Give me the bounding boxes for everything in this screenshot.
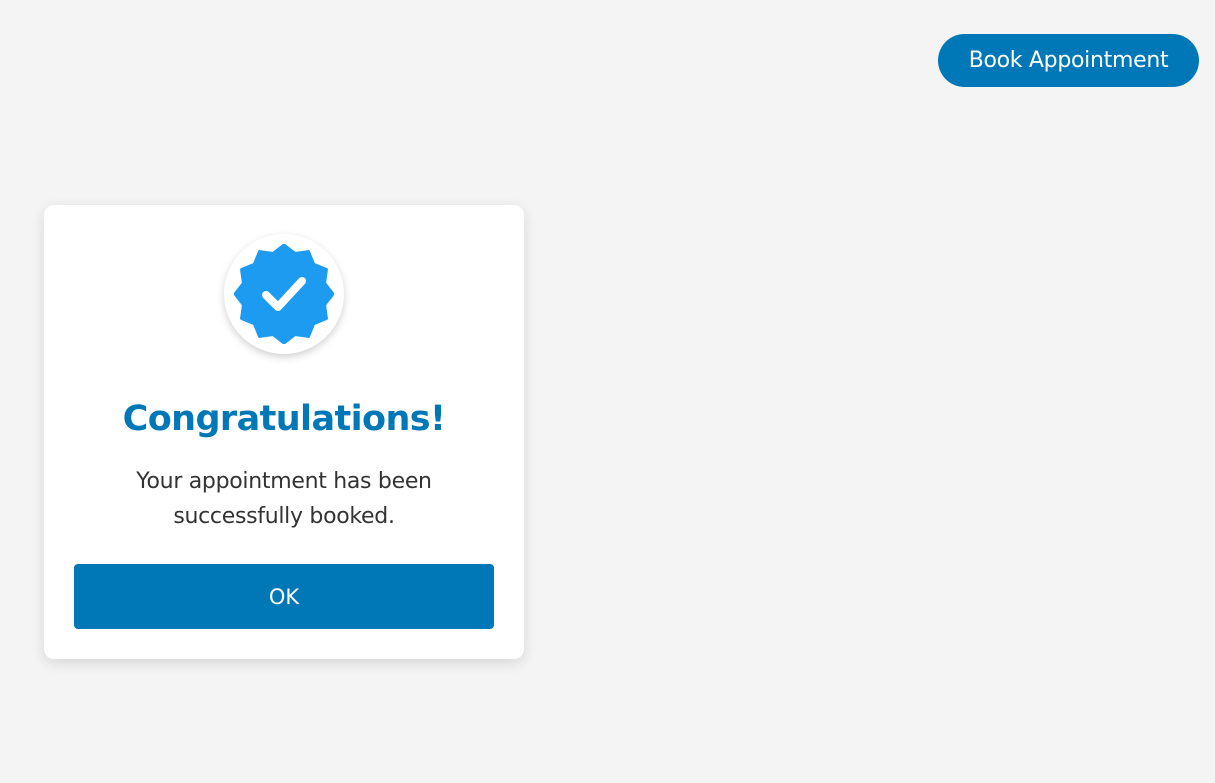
verified-badge-icon [234, 244, 334, 344]
page: Book Appointment Congratulations! Your a… [0, 0, 1215, 783]
book-appointment-button[interactable]: Book Appointment [938, 34, 1199, 87]
modal-title: Congratulations! [122, 399, 446, 439]
badge-container [224, 234, 344, 354]
modal-message: Your appointment has been successfully b… [136, 469, 432, 529]
ok-button[interactable]: OK [74, 564, 494, 629]
success-modal: Congratulations! Your appointment has be… [44, 205, 524, 659]
